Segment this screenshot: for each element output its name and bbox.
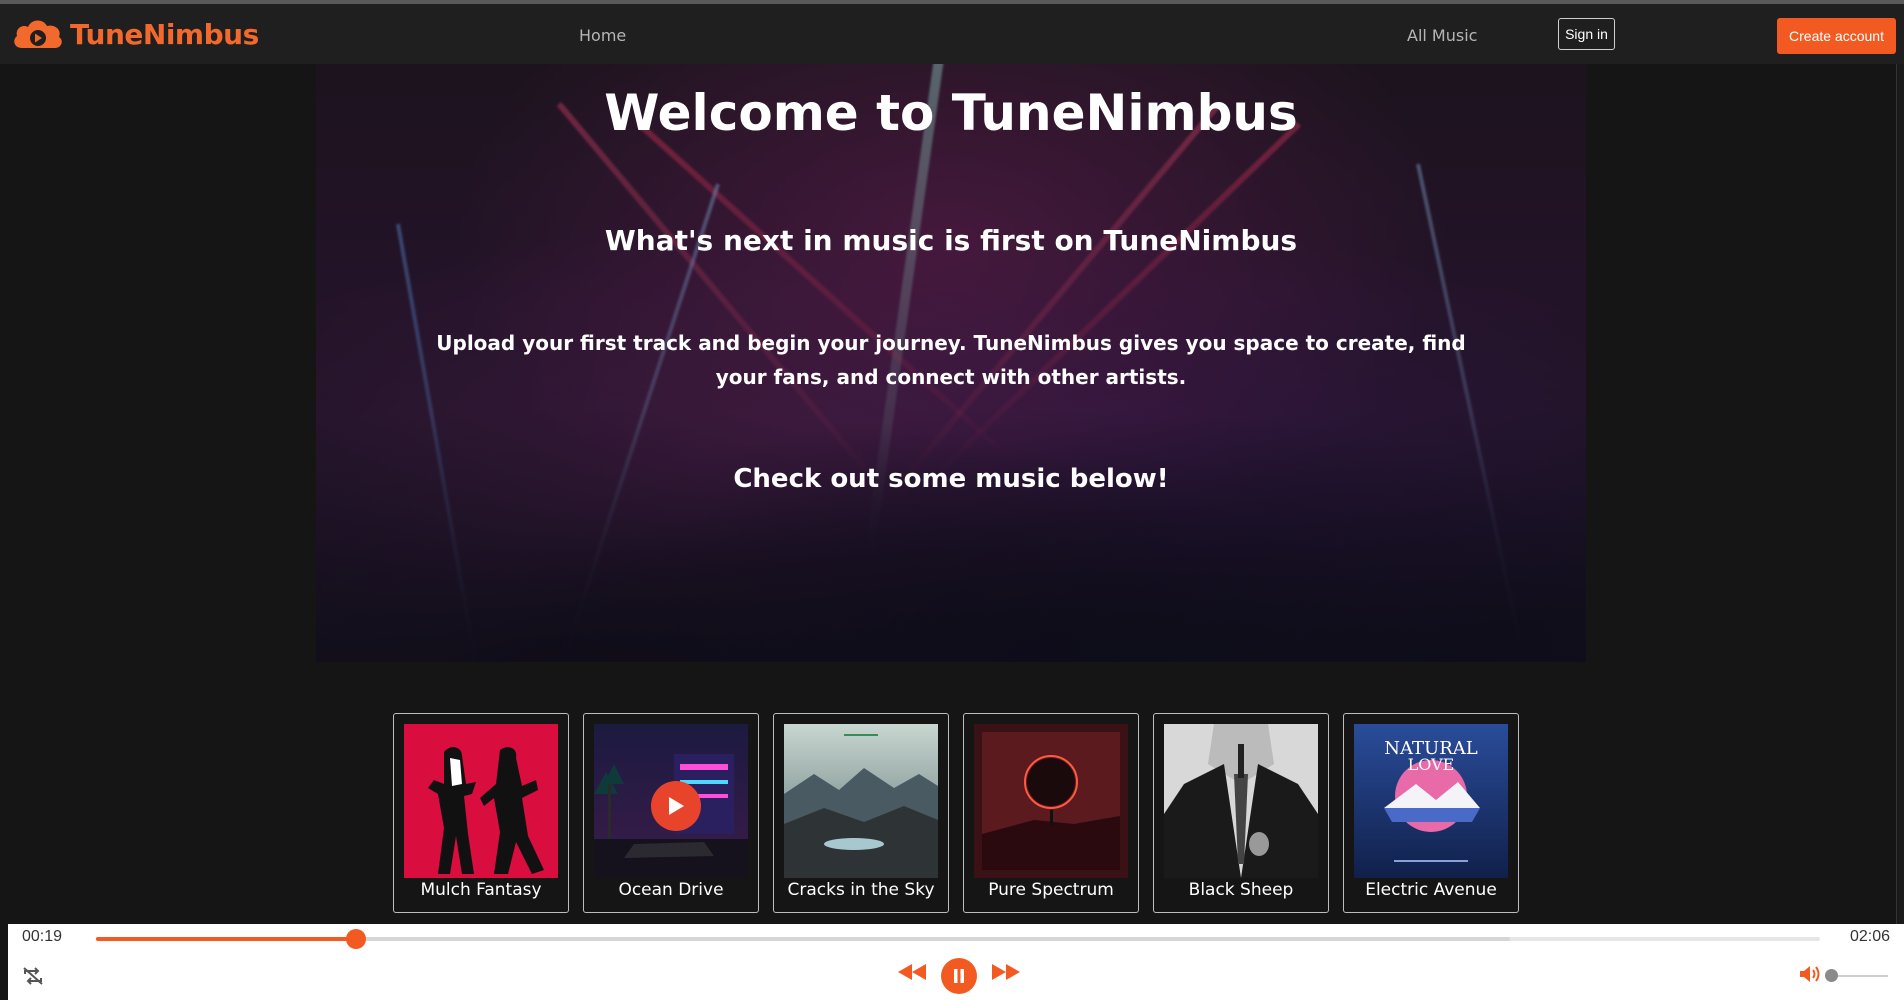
pause-button[interactable] [941,958,977,994]
album-cover[interactable] [404,724,558,878]
track-card[interactable]: Mulch Fantasy [393,713,569,913]
track-card[interactable]: NATURAL LOVE Electric Avenue [1343,713,1519,913]
hero-title: Welcome to TuneNimbus [604,84,1298,142]
progress-handle[interactable] [346,929,367,949]
hero-subtitle: What's next in music is first on TuneNim… [604,224,1298,257]
logo-text: TuneNimbus [70,17,259,51]
current-time: 00:19 [22,928,63,945]
play-icon [669,797,684,815]
nav-home-link[interactable]: Home [579,26,626,45]
cloud-play-icon [14,20,62,48]
nav-all-music-link[interactable]: All Music [1407,26,1477,45]
hero-description: Upload your first track and begin your j… [436,331,1466,389]
cover-text: LOVE [1408,755,1455,774]
volume-icon[interactable] [1798,964,1822,984]
hero-cta: Check out some music below! [733,464,1169,494]
album-cover[interactable] [784,724,938,878]
album-cover[interactable]: NATURAL LOVE [1354,724,1508,878]
top-navbar: TuneNimbus Home All Music Sign in Create… [0,0,1904,64]
loop-icon[interactable] [22,966,44,986]
pause-icon [954,969,964,983]
track-title[interactable]: Cracks in the Sky [774,880,948,900]
logo[interactable]: TuneNimbus [10,14,259,54]
track-title[interactable]: Ocean Drive [584,880,758,900]
track-title[interactable]: Black Sheep [1154,880,1328,900]
track-card[interactable]: Black Sheep [1153,713,1329,913]
volume-handle[interactable] [1825,969,1838,982]
progress-fill [96,937,357,941]
track-card[interactable]: Cracks in the Sky [773,713,949,913]
album-cover[interactable] [594,724,748,878]
fast-forward-icon[interactable] [990,962,1022,982]
track-title[interactable]: Mulch Fantasy [394,880,568,900]
track-list: Mulch Fantasy Ocean Drive Cracks in the … [393,713,1519,913]
track-title[interactable]: Electric Avenue [1344,880,1518,900]
play-button[interactable] [651,781,701,831]
create-account-button[interactable]: Create account [1777,18,1896,54]
album-cover[interactable] [974,724,1128,878]
audio-player: 00:19 02:06 [8,924,1904,1000]
track-title[interactable]: Pure Spectrum [964,880,1138,900]
rewind-icon[interactable] [896,962,928,982]
sign-in-button[interactable]: Sign in [1558,18,1615,50]
progress-bar[interactable] [96,929,1820,949]
track-card[interactable]: Pure Spectrum [963,713,1139,913]
page-scrollbar[interactable] [1896,64,1904,924]
track-card[interactable]: Ocean Drive [583,713,759,913]
album-cover[interactable] [1164,724,1318,878]
duration: 02:06 [1849,928,1890,945]
hero-banner: Welcome to TuneNimbus What's next in mus… [316,64,1586,662]
